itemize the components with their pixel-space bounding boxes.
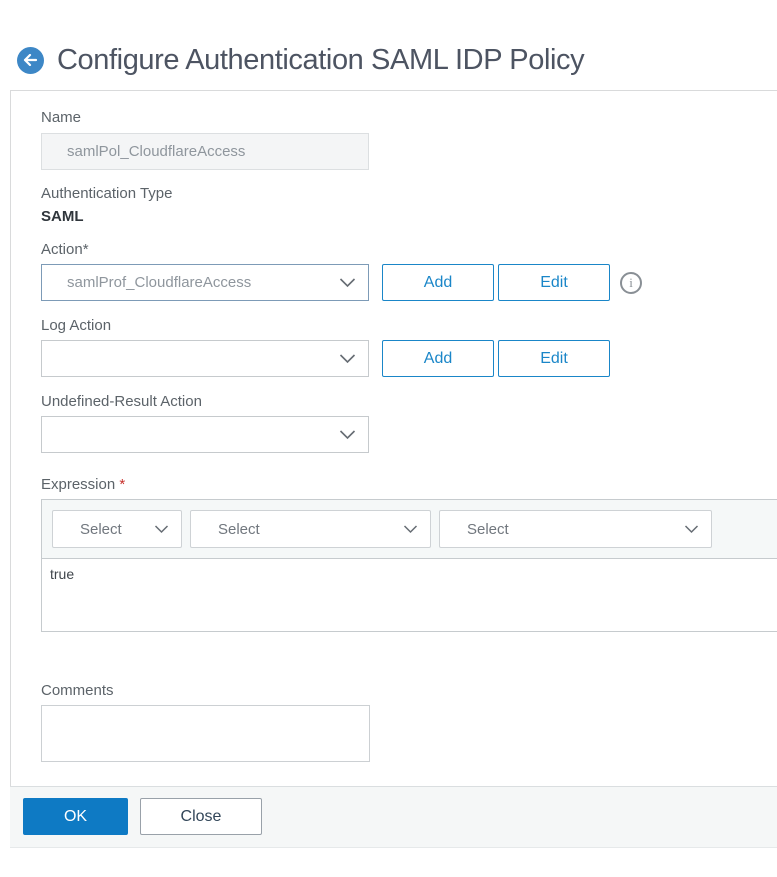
ok-button[interactable]: OK xyxy=(23,798,128,835)
chevron-down-icon xyxy=(154,521,169,538)
comments-input[interactable] xyxy=(41,705,370,762)
expression-toolbar: Select Select Select xyxy=(42,500,777,558)
name-label: Name xyxy=(41,109,82,126)
expression-select-2-value: Select xyxy=(218,520,260,538)
expression-label: Expression * xyxy=(41,476,777,493)
comments-label: Comments xyxy=(41,682,114,699)
page-header: Configure Authentication SAML IDP Policy xyxy=(0,0,777,90)
back-button[interactable] xyxy=(17,46,44,74)
log-action-label: Log Action xyxy=(41,317,112,334)
expression-builder: Select Select Select true xyxy=(41,499,777,632)
chevron-down-icon xyxy=(403,521,418,538)
page-title: Configure Authentication SAML IDP Policy xyxy=(57,43,585,76)
action-dropdown-value: samlProf_CloudflareAccess xyxy=(67,274,252,291)
expression-select-2[interactable]: Select xyxy=(190,510,431,548)
action-row: samlProf_CloudflareAccess Add Edit i xyxy=(41,264,777,301)
chevron-down-icon xyxy=(339,426,356,443)
action-dropdown[interactable]: samlProf_CloudflareAccess xyxy=(41,264,369,301)
name-input[interactable] xyxy=(41,133,369,170)
expression-select-1[interactable]: Select xyxy=(52,510,182,548)
action-label: Action* xyxy=(41,241,89,258)
expression-select-1-value: Select xyxy=(80,520,122,538)
log-action-add-button[interactable]: Add xyxy=(382,340,494,377)
chevron-down-icon xyxy=(339,274,356,291)
chevron-down-icon xyxy=(684,521,699,538)
close-button[interactable]: Close xyxy=(140,798,262,835)
expression-select-3[interactable]: Select xyxy=(439,510,712,548)
chevron-down-icon xyxy=(339,350,356,367)
expression-input[interactable]: true xyxy=(42,558,777,631)
action-add-button[interactable]: Add xyxy=(382,264,494,301)
log-action-dropdown[interactable] xyxy=(41,340,369,377)
authentication-type-value: SAML xyxy=(41,208,84,225)
undefined-result-action-dropdown[interactable] xyxy=(41,416,369,453)
expression-select-3-value: Select xyxy=(467,520,509,538)
authentication-type-label: Authentication Type xyxy=(41,185,173,202)
expression-required-mark: * xyxy=(119,476,126,493)
info-icon-glyph: i xyxy=(629,275,633,290)
info-icon[interactable]: i xyxy=(620,272,642,294)
arrow-left-icon xyxy=(23,54,38,66)
expression-label-text: Expression xyxy=(41,476,116,493)
log-action-edit-button[interactable]: Edit xyxy=(498,340,610,377)
log-action-row: Add Edit xyxy=(41,340,777,377)
undefined-result-action-row xyxy=(41,416,777,453)
undefined-result-action-label: Undefined-Result Action xyxy=(41,393,202,410)
action-edit-button[interactable]: Edit xyxy=(498,264,610,301)
footer-bar: OK Close xyxy=(10,786,777,848)
form-panel: Name Authentication Type SAML Action* sa… xyxy=(10,90,777,786)
